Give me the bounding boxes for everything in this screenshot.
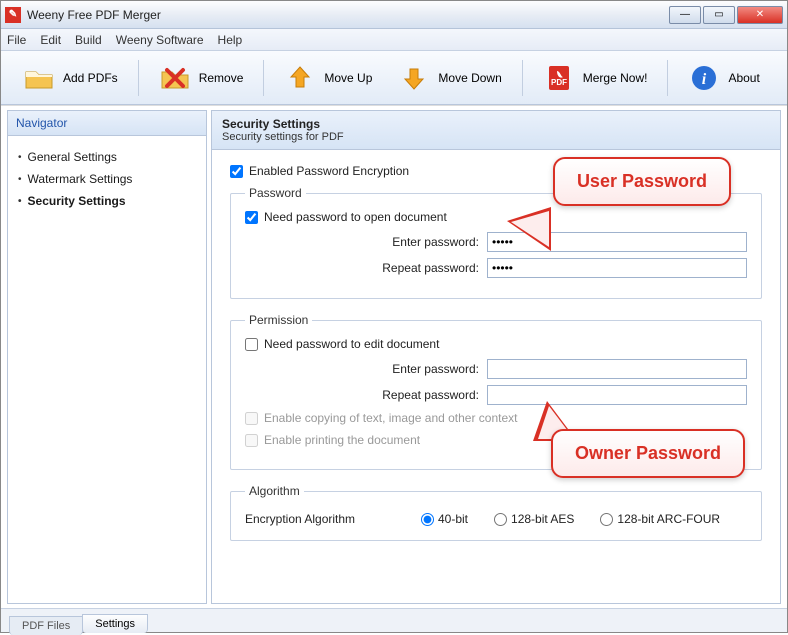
merge-now-button[interactable]: PDF Merge Now! bbox=[533, 58, 658, 98]
algorithm-fieldset: Algorithm Encryption Algorithm 40-bit 12… bbox=[230, 484, 762, 541]
need-open-checkbox[interactable] bbox=[245, 211, 258, 224]
pdf-icon: PDF bbox=[543, 62, 575, 94]
move-down-label: Move Down bbox=[438, 71, 501, 85]
enable-copy-label: Enable copying of text, image and other … bbox=[264, 411, 518, 425]
maximize-button[interactable]: ▭ bbox=[703, 6, 735, 24]
menu-build[interactable]: Build bbox=[75, 33, 102, 47]
algo-40bit-label: 40-bit bbox=[438, 512, 468, 526]
enable-print-label: Enable printing the document bbox=[264, 433, 420, 447]
enable-copy-row: Enable copying of text, image and other … bbox=[245, 411, 747, 425]
remove-label: Remove bbox=[199, 71, 244, 85]
algo-128arc-option[interactable]: 128-bit ARC-FOUR bbox=[600, 512, 720, 526]
add-pdfs-label: Add PDFs bbox=[63, 71, 118, 85]
tab-pdf-files[interactable]: PDF Files bbox=[9, 616, 83, 635]
edit-enter-input[interactable] bbox=[487, 359, 747, 379]
algo-40bit-option[interactable]: 40-bit bbox=[421, 512, 468, 526]
password-legend: Password bbox=[245, 186, 306, 200]
arrow-down-icon bbox=[398, 62, 430, 94]
algo-128aes-option[interactable]: 128-bit AES bbox=[494, 512, 574, 526]
nav-list: General Settings Watermark Settings Secu… bbox=[8, 136, 206, 222]
toolbar-separator bbox=[667, 60, 668, 96]
merge-now-label: Merge Now! bbox=[583, 71, 648, 85]
enable-encryption-label: Enabled Password Encryption bbox=[249, 164, 409, 178]
sidebar-item-security[interactable]: Security Settings bbox=[14, 190, 200, 212]
need-edit-row: Need password to edit document bbox=[245, 337, 747, 351]
svg-text:PDF: PDF bbox=[551, 78, 567, 87]
sidebar-header: Navigator bbox=[8, 111, 206, 136]
page-title: Security Settings bbox=[222, 117, 770, 131]
add-pdfs-button[interactable]: Add PDFs bbox=[13, 58, 128, 98]
edit-enter-row: Enter password: bbox=[245, 359, 747, 379]
remove-button[interactable]: Remove bbox=[149, 58, 254, 98]
about-label: About bbox=[728, 71, 759, 85]
algo-128aes-label: 128-bit AES bbox=[511, 512, 574, 526]
callout-user-password: User Password bbox=[553, 157, 731, 206]
algo-128aes-radio[interactable] bbox=[494, 513, 507, 526]
menu-help[interactable]: Help bbox=[218, 33, 243, 47]
enable-copy-checkbox bbox=[245, 412, 258, 425]
remove-icon bbox=[159, 62, 191, 94]
algo-128arc-label: 128-bit ARC-FOUR bbox=[617, 512, 720, 526]
algorithm-legend: Algorithm bbox=[245, 484, 304, 498]
menu-file[interactable]: File bbox=[7, 33, 26, 47]
callout-owner-password: Owner Password bbox=[551, 429, 745, 478]
algo-40bit-radio[interactable] bbox=[421, 513, 434, 526]
svg-text:i: i bbox=[702, 71, 707, 88]
open-repeat-row: Repeat password: bbox=[245, 258, 747, 278]
move-up-label: Move Up bbox=[324, 71, 372, 85]
menubar: File Edit Build Weeny Software Help bbox=[1, 29, 787, 51]
arrow-up-icon bbox=[284, 62, 316, 94]
edit-repeat-row: Repeat password: bbox=[245, 385, 747, 405]
sidebar-item-watermark[interactable]: Watermark Settings bbox=[14, 168, 200, 190]
permission-legend: Permission bbox=[245, 313, 312, 327]
app-icon: ✎ bbox=[5, 7, 21, 23]
open-repeat-input[interactable] bbox=[487, 258, 747, 278]
move-down-button[interactable]: Move Down bbox=[388, 58, 511, 98]
edit-repeat-input[interactable] bbox=[487, 385, 747, 405]
sidebar-item-general[interactable]: General Settings bbox=[14, 146, 200, 168]
move-up-button[interactable]: Move Up bbox=[274, 58, 382, 98]
folder-add-icon bbox=[23, 62, 55, 94]
enable-print-checkbox bbox=[245, 434, 258, 447]
algorithm-row: Encryption Algorithm 40-bit 128-bit AES … bbox=[245, 512, 747, 526]
menu-weeny-software[interactable]: Weeny Software bbox=[116, 33, 204, 47]
need-edit-label: Need password to edit document bbox=[264, 337, 439, 351]
content-body: Enabled Password Encryption Password Nee… bbox=[212, 150, 780, 569]
toolbar-separator bbox=[522, 60, 523, 96]
need-open-row: Need password to open document bbox=[245, 210, 747, 224]
bottom-tabs: PDF Files Settings bbox=[1, 608, 787, 632]
algorithm-label: Encryption Algorithm bbox=[245, 512, 395, 526]
open-enter-label: Enter password: bbox=[339, 235, 479, 249]
toolbar: Add PDFs Remove Move Up Move Down PDF Me… bbox=[1, 51, 787, 105]
window-title: Weeny Free PDF Merger bbox=[27, 8, 669, 22]
titlebar: ✎ Weeny Free PDF Merger — ▭ ✕ bbox=[1, 1, 787, 29]
sidebar: Navigator General Settings Watermark Set… bbox=[7, 110, 207, 604]
content-header: Security Settings Security settings for … bbox=[212, 111, 780, 150]
tab-settings[interactable]: Settings bbox=[82, 614, 148, 633]
menu-edit[interactable]: Edit bbox=[40, 33, 61, 47]
page-subtitle: Security settings for PDF bbox=[222, 131, 770, 143]
toolbar-separator bbox=[263, 60, 264, 96]
info-icon: i bbox=[688, 62, 720, 94]
open-enter-row: Enter password: bbox=[245, 232, 747, 252]
algo-128arc-radio[interactable] bbox=[600, 513, 613, 526]
window-controls: — ▭ ✕ bbox=[669, 6, 783, 24]
toolbar-separator bbox=[138, 60, 139, 96]
minimize-button[interactable]: — bbox=[669, 6, 701, 24]
about-button[interactable]: i About bbox=[678, 58, 769, 98]
close-button[interactable]: ✕ bbox=[737, 6, 783, 24]
enable-encryption-checkbox[interactable] bbox=[230, 165, 243, 178]
open-repeat-label: Repeat password: bbox=[339, 261, 479, 275]
callout-tail-user bbox=[507, 207, 551, 251]
need-edit-checkbox[interactable] bbox=[245, 338, 258, 351]
edit-enter-label: Enter password: bbox=[339, 362, 479, 376]
need-open-label: Need password to open document bbox=[264, 210, 447, 224]
edit-repeat-label: Repeat password: bbox=[339, 388, 479, 402]
